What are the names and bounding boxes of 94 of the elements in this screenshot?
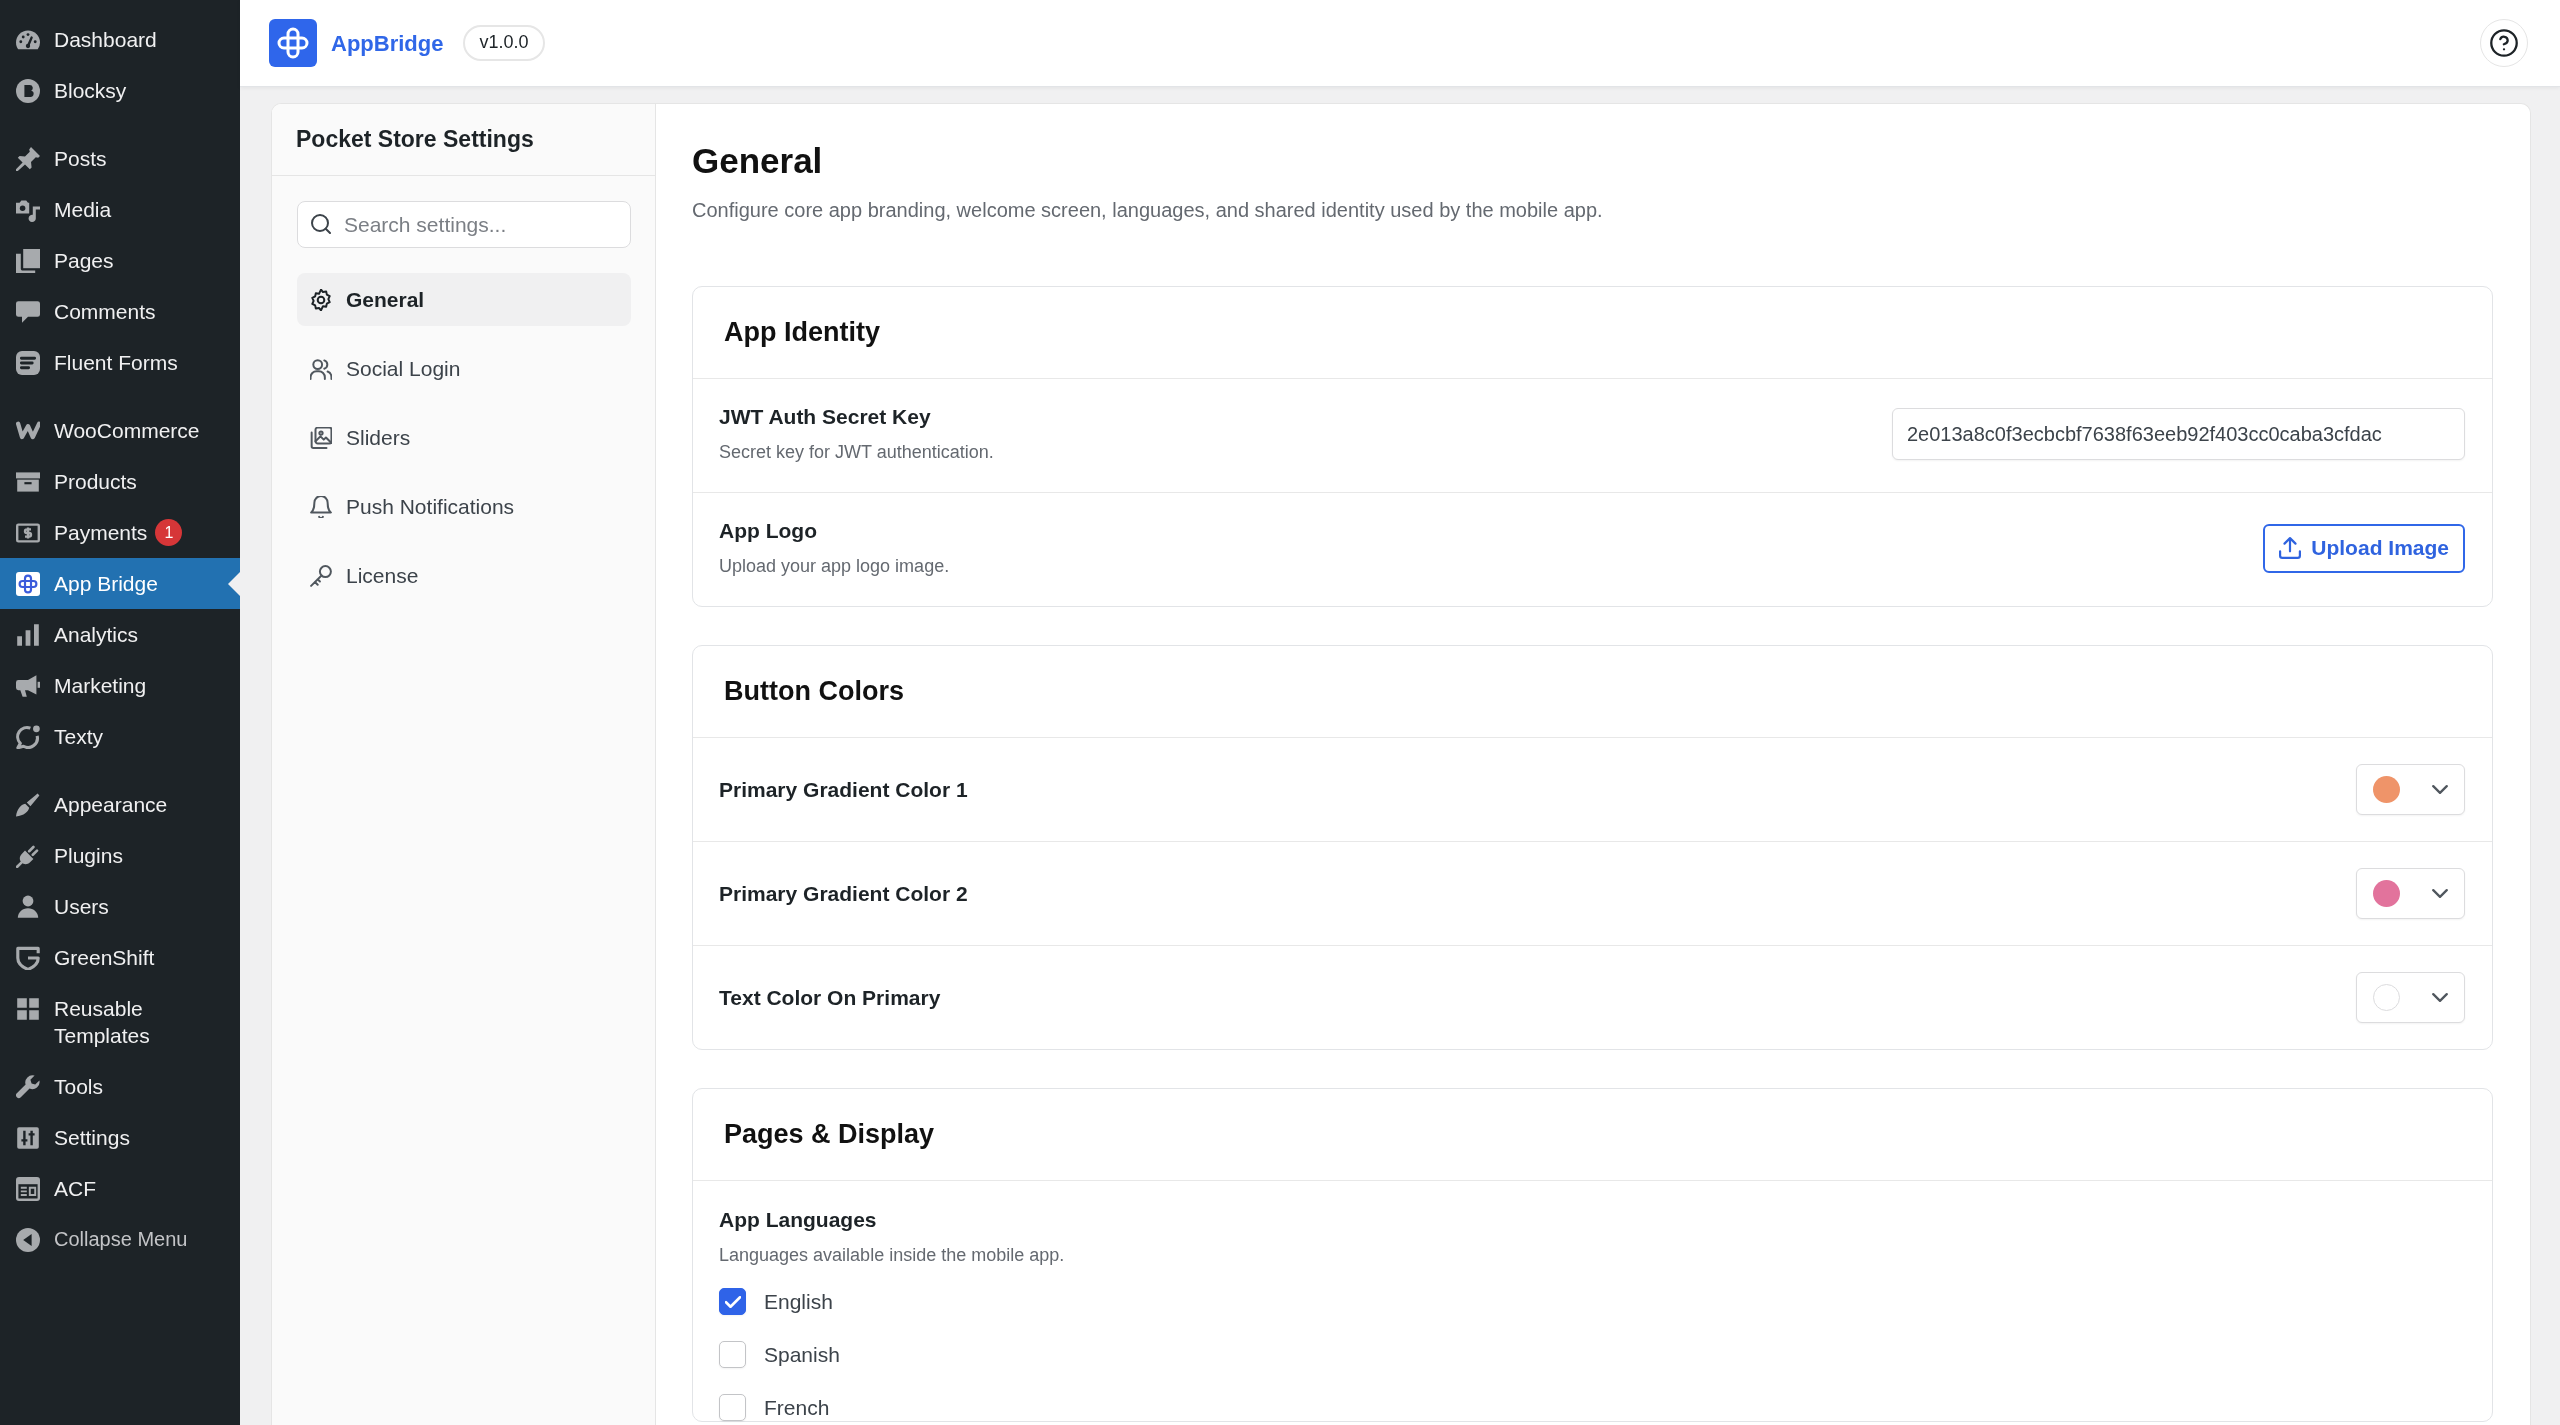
field-description: Languages available inside the mobile app. bbox=[719, 1244, 1066, 1267]
person-icon bbox=[16, 894, 40, 919]
archive-box-icon bbox=[16, 469, 40, 494]
section-title: App Identity bbox=[724, 316, 880, 349]
shield-logo-icon bbox=[16, 945, 40, 970]
upload-icon bbox=[2279, 537, 2302, 559]
table-icon bbox=[16, 1176, 40, 1201]
checkbox[interactable] bbox=[719, 1288, 746, 1315]
checkbox[interactable] bbox=[719, 1341, 746, 1368]
plug-icon bbox=[16, 843, 40, 868]
money-card-icon bbox=[16, 520, 40, 545]
menu-item[interactable]: Payments 1 bbox=[0, 507, 240, 558]
section-title: Pages & Display bbox=[724, 1118, 935, 1151]
megaphone-icon bbox=[16, 673, 40, 698]
search-field[interactable]: Search settings... bbox=[297, 201, 631, 248]
gear-icon bbox=[310, 288, 332, 311]
users-icon bbox=[310, 357, 332, 380]
gauge-icon bbox=[16, 27, 40, 52]
nav-item[interactable]: Social Login bbox=[297, 342, 631, 395]
bar-chart-icon bbox=[16, 622, 40, 647]
menu-item[interactable]: Reusable Templates bbox=[0, 983, 240, 1061]
field-label: App Logo bbox=[719, 518, 818, 544]
menu-item[interactable]: Fluent Forms bbox=[0, 337, 240, 388]
nav-item[interactable]: Sliders bbox=[297, 411, 631, 464]
app-name: AppBridge bbox=[331, 29, 444, 58]
nav-item[interactable]: Push Notifications bbox=[297, 480, 631, 533]
field-label: Primary Gradient Color 2 bbox=[719, 880, 968, 907]
color-picker[interactable] bbox=[2356, 972, 2465, 1023]
menu-item[interactable]: Tools bbox=[0, 1061, 240, 1112]
section-title: Button Colors bbox=[724, 675, 904, 708]
menu-item[interactable]: Products bbox=[0, 456, 240, 507]
menu-item[interactable]: Settings bbox=[0, 1112, 240, 1163]
form-lines-icon bbox=[16, 350, 40, 375]
menu-item[interactable]: Texty bbox=[0, 711, 240, 762]
help-icon bbox=[2490, 29, 2518, 57]
menu-item[interactable]: Comments bbox=[0, 286, 240, 337]
menu-item[interactable]: Blocksy bbox=[0, 65, 240, 116]
cross-logo-icon bbox=[269, 19, 317, 67]
wrench-icon bbox=[16, 1074, 40, 1099]
menu-item[interactable]: WooCommerce bbox=[0, 405, 240, 456]
round-logo-icon bbox=[16, 78, 40, 103]
color-picker[interactable] bbox=[2356, 764, 2465, 815]
menu-item[interactable]: GreenShift bbox=[0, 932, 240, 983]
version-badge: v1.0.0 bbox=[463, 25, 545, 61]
chevron-down-icon bbox=[2432, 993, 2448, 1002]
paintbrush-icon bbox=[16, 792, 40, 817]
field-label: Text Color On Primary bbox=[719, 984, 941, 1011]
text-field[interactable]: 2e013a8c0f3ecbcbf7638f63eeb92f403cc0caba3cfdac bbox=[1892, 408, 2465, 460]
field-description: Upload your app logo image. bbox=[719, 555, 950, 578]
option-label: Spanish bbox=[764, 1342, 840, 1368]
search-icon bbox=[311, 214, 331, 234]
menu-item[interactable]: Plugins bbox=[0, 830, 240, 881]
notch-icon bbox=[228, 571, 240, 596]
sidebar-title: Pocket Store Settings bbox=[272, 104, 655, 176]
menu-item[interactable]: Analytics bbox=[0, 609, 240, 660]
field-description: Secret key for JWT authentication. bbox=[719, 441, 994, 464]
grid-icon bbox=[16, 996, 40, 1021]
page-description: Configure core app branding, welcome screen, languages, and shared identity used by the mobile app. bbox=[692, 198, 1604, 222]
option-label: English bbox=[764, 1289, 833, 1315]
menu-item[interactable]: Posts bbox=[0, 133, 240, 184]
page-title: General bbox=[692, 140, 824, 182]
color-picker[interactable] bbox=[2356, 868, 2465, 919]
key-icon bbox=[310, 564, 332, 587]
menu-item[interactable]: Pages bbox=[0, 235, 240, 286]
speech-bubble-icon bbox=[16, 299, 40, 324]
field-label: Primary Gradient Color 1 bbox=[719, 776, 968, 803]
menu-item[interactable]: App Bridge bbox=[0, 558, 240, 609]
nav-item[interactable]: General bbox=[297, 273, 631, 326]
menu-item[interactable]: ACF bbox=[0, 1163, 240, 1214]
menu-item[interactable]: Dashboard bbox=[0, 14, 240, 65]
menu-item[interactable]: Users bbox=[0, 881, 240, 932]
menu-item[interactable]: Media bbox=[0, 184, 240, 235]
collapse-menu-button[interactable]: Collapse Menu bbox=[0, 1214, 188, 1265]
stacked-pages-icon bbox=[16, 248, 40, 273]
checkbox[interactable] bbox=[719, 1394, 746, 1421]
nav-item[interactable]: License bbox=[297, 549, 631, 602]
field-label: JWT Auth Secret Key bbox=[719, 404, 932, 430]
chevron-down-icon bbox=[2432, 785, 2448, 794]
field-label: App Languages bbox=[719, 1207, 878, 1233]
menu-item[interactable]: Appearance bbox=[0, 779, 240, 830]
help-button[interactable] bbox=[2480, 19, 2528, 67]
chevron-down-icon bbox=[2432, 889, 2448, 898]
chat-ring-icon bbox=[16, 724, 40, 749]
images-icon bbox=[310, 426, 332, 449]
sliders-square-icon bbox=[16, 1125, 40, 1150]
bell-icon bbox=[310, 495, 332, 518]
check-icon bbox=[724, 1295, 741, 1308]
menu-item[interactable]: Marketing bbox=[0, 660, 240, 711]
camera-note-icon bbox=[16, 197, 40, 222]
cross-logo-icon bbox=[16, 571, 40, 596]
upload-button[interactable]: Upload Image bbox=[2263, 523, 2465, 573]
count-badge: 1 bbox=[155, 519, 183, 546]
option-label: French bbox=[764, 1395, 830, 1421]
pin-icon bbox=[16, 146, 40, 171]
